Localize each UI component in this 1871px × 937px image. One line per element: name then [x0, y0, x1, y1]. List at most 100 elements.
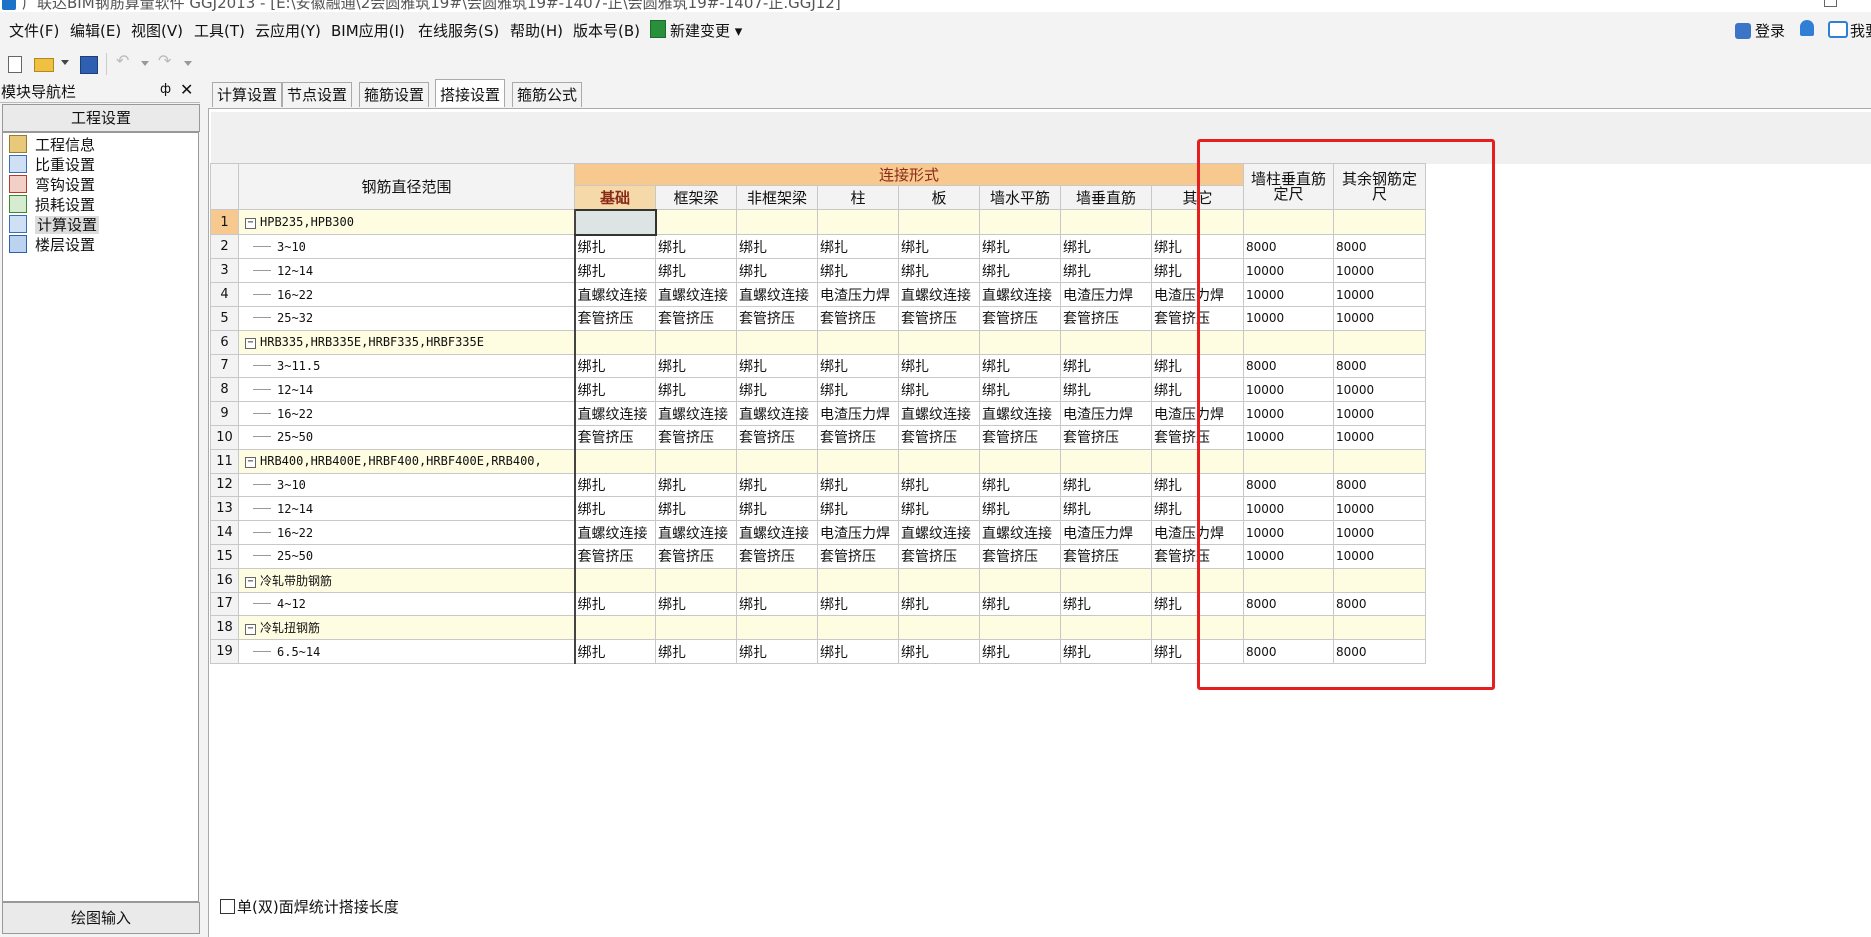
- connect-cell[interactable]: 绑扎: [736, 639, 818, 664]
- connect-cell[interactable]: 绑扎: [898, 234, 980, 260]
- connect-cell[interactable]: 套管挤压: [736, 424, 818, 450]
- connect-cell[interactable]: 绑扎: [736, 377, 818, 403]
- nav-item-loss[interactable]: 损耗设置: [9, 195, 95, 215]
- connect-cell[interactable]: 套管挤压: [573, 424, 656, 450]
- connect-cell[interactable]: 绑扎: [898, 496, 980, 522]
- close-icon[interactable]: ✕: [180, 80, 193, 99]
- connect-cell[interactable]: 绑扎: [655, 591, 737, 617]
- connect-cell[interactable]: [979, 567, 1061, 593]
- connect-cell[interactable]: [979, 329, 1061, 355]
- range-cell[interactable]: 25~50: [238, 424, 575, 450]
- connect-cell[interactable]: [1060, 209, 1152, 236]
- connect-cell[interactable]: 绑扎: [736, 472, 818, 498]
- connect-cell[interactable]: 套管挤压: [1060, 543, 1152, 569]
- connect-cell[interactable]: 绑扎: [655, 472, 737, 498]
- range-cell[interactable]: 12~14: [238, 496, 575, 522]
- range-cell[interactable]: 4~12: [238, 591, 575, 617]
- message-icon[interactable]: [1828, 21, 1848, 38]
- collapse-icon[interactable]: −: [245, 576, 256, 588]
- connect-cell[interactable]: 套管挤压: [979, 305, 1061, 331]
- nav-section-project-settings[interactable]: 工程设置: [2, 104, 200, 132]
- connect-cell[interactable]: 绑扎: [898, 258, 980, 284]
- connect-cell[interactable]: 套管挤压: [655, 543, 737, 569]
- active-cell[interactable]: [573, 208, 657, 236]
- connect-cell[interactable]: 绑扎: [817, 377, 899, 403]
- connect-cell[interactable]: [655, 567, 737, 593]
- open-folder-icon[interactable]: [34, 58, 54, 72]
- connect-cell[interactable]: [817, 615, 899, 641]
- connect-cell[interactable]: [736, 329, 818, 355]
- connect-cell[interactable]: [817, 567, 899, 593]
- undo-dropdown-icon[interactable]: [141, 61, 149, 66]
- connect-cell[interactable]: 套管挤压: [573, 305, 656, 331]
- connect-cell[interactable]: 绑扎: [1060, 377, 1152, 403]
- connect-cell[interactable]: 绑扎: [573, 377, 656, 403]
- connect-cell[interactable]: 绑扎: [1060, 591, 1152, 617]
- connect-cell[interactable]: 电渣压力焊: [1060, 282, 1152, 307]
- menu-edit[interactable]: 编辑(E): [70, 20, 121, 41]
- restore-window-icon[interactable]: [1824, 0, 1837, 7]
- connect-cell[interactable]: 直螺纹连接: [979, 401, 1061, 426]
- connect-cell[interactable]: 绑扎: [979, 377, 1061, 403]
- connect-cell[interactable]: 绑扎: [898, 377, 980, 403]
- connect-cell[interactable]: 电渣压力焊: [817, 282, 899, 307]
- collapse-icon[interactable]: −: [245, 624, 256, 636]
- connect-cell[interactable]: 绑扎: [1060, 472, 1152, 498]
- connect-cell[interactable]: 绑扎: [898, 472, 980, 498]
- redo-icon[interactable]: ↷: [158, 51, 171, 70]
- connect-cell[interactable]: [1060, 567, 1152, 593]
- notification-icon[interactable]: [1800, 20, 1814, 36]
- connect-cell[interactable]: 直螺纹连接: [736, 520, 818, 545]
- connect-cell[interactable]: [898, 448, 980, 474]
- connect-cell[interactable]: 绑扎: [817, 258, 899, 284]
- redo-dropdown-icon[interactable]: [184, 61, 192, 66]
- connect-cell[interactable]: 绑扎: [898, 591, 980, 617]
- group-label-cell[interactable]: − HRB400,HRB400E,HRBF400,HRBF400E,RRB400,: [238, 448, 575, 474]
- connect-cell[interactable]: 电渣压力焊: [817, 401, 899, 426]
- connect-cell[interactable]: 绑扎: [898, 353, 980, 379]
- connect-cell[interactable]: 绑扎: [1060, 639, 1152, 664]
- group-label-cell[interactable]: − HRB335,HRB335E,HRBF335,HRBF335E: [238, 329, 575, 355]
- tab-stirrup[interactable]: 箍筋设置: [359, 82, 430, 107]
- connect-cell[interactable]: 绑扎: [573, 639, 656, 664]
- range-cell[interactable]: 3~10: [238, 472, 575, 498]
- connect-cell[interactable]: 绑扎: [979, 472, 1061, 498]
- connect-cell[interactable]: [898, 567, 980, 593]
- my-link[interactable]: 我要: [1850, 20, 1871, 41]
- connect-cell[interactable]: 绑扎: [817, 472, 899, 498]
- new-change-button[interactable]: 新建变更 ▾: [650, 20, 742, 41]
- range-cell[interactable]: 12~14: [238, 258, 575, 284]
- collapse-icon[interactable]: −: [245, 218, 256, 230]
- connect-cell[interactable]: [655, 209, 737, 236]
- connect-cell[interactable]: 套管挤压: [655, 424, 737, 450]
- connect-cell[interactable]: 绑扎: [979, 639, 1061, 664]
- connect-cell[interactable]: 绑扎: [1060, 496, 1152, 522]
- connect-cell[interactable]: 直螺纹连接: [898, 401, 980, 426]
- connect-cell[interactable]: 绑扎: [655, 496, 737, 522]
- connect-cell[interactable]: 直螺纹连接: [573, 401, 656, 426]
- range-cell[interactable]: 3~10: [238, 234, 575, 260]
- connect-cell[interactable]: 直螺纹连接: [979, 282, 1061, 307]
- connect-cell[interactable]: [655, 329, 737, 355]
- range-cell[interactable]: 6.5~14: [238, 639, 575, 664]
- connect-cell[interactable]: 绑扎: [655, 234, 737, 260]
- connect-cell[interactable]: [979, 209, 1061, 236]
- connect-cell[interactable]: 套管挤压: [898, 543, 980, 569]
- connect-cell[interactable]: 绑扎: [736, 353, 818, 379]
- range-cell[interactable]: 12~14: [238, 377, 575, 403]
- connect-cell[interactable]: 套管挤压: [817, 305, 899, 331]
- range-cell[interactable]: 3~11.5: [238, 353, 575, 379]
- connect-cell[interactable]: 绑扎: [573, 472, 656, 498]
- connect-cell[interactable]: 套管挤压: [817, 424, 899, 450]
- connect-cell[interactable]: [979, 448, 1061, 474]
- connect-cell[interactable]: 绑扎: [573, 353, 656, 379]
- connect-cell[interactable]: [736, 448, 818, 474]
- group-label-cell[interactable]: − 冷轧带肋钢筋: [238, 567, 575, 593]
- connect-cell[interactable]: 套管挤压: [979, 424, 1061, 450]
- connect-cell[interactable]: 绑扎: [655, 639, 737, 664]
- connect-cell[interactable]: 直螺纹连接: [655, 520, 737, 545]
- connect-cell[interactable]: [898, 329, 980, 355]
- connect-cell[interactable]: 套管挤压: [573, 543, 656, 569]
- connect-cell[interactable]: [573, 329, 656, 355]
- connect-cell[interactable]: 绑扎: [979, 591, 1061, 617]
